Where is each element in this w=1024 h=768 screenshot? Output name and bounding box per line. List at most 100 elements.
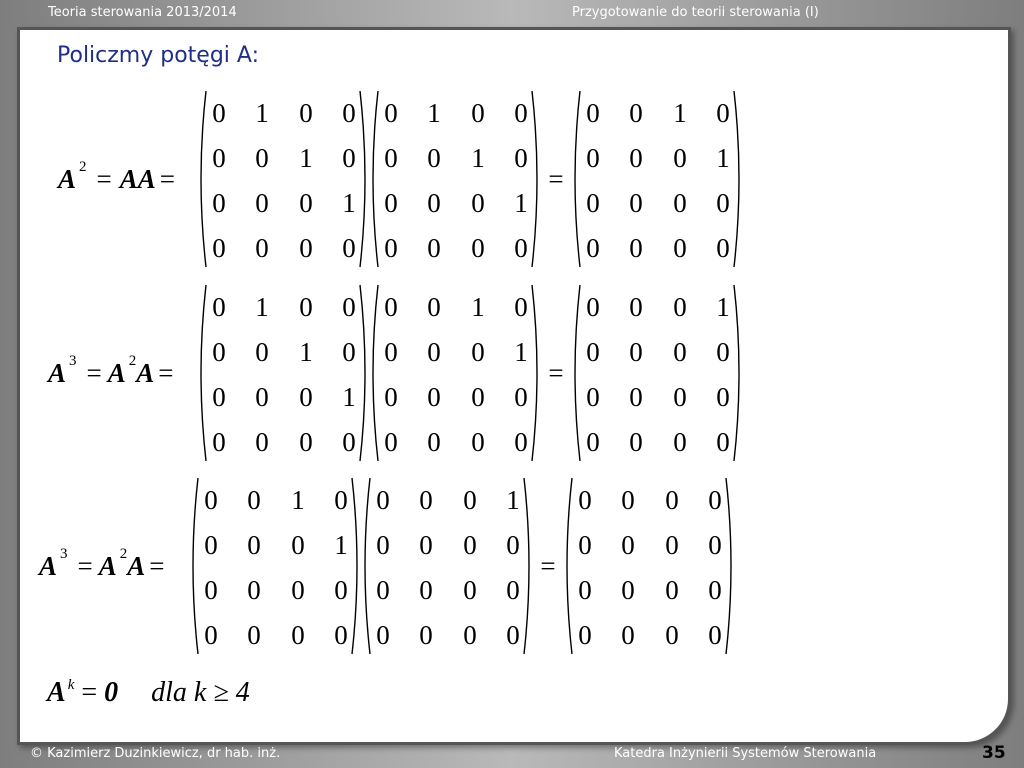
matrix-cell: 0 [471, 233, 485, 263]
equals-sign: = [159, 163, 176, 194]
matrix-cell: 1 [716, 292, 730, 322]
matrix-cell: 0 [255, 337, 269, 367]
matrix-cell: 0 [384, 98, 398, 128]
matrix-cell: 0 [342, 233, 356, 263]
matrix-cell: 0 [384, 337, 398, 367]
matrix-symbol: A [98, 550, 117, 581]
matrix-cell: 0 [427, 188, 441, 218]
matrix-cell: 0 [673, 188, 687, 218]
equation-a-cubed: A3 = A2 A = 0100001000010000 00100001000… [20, 283, 760, 463]
matrix-cell: 0 [673, 233, 687, 263]
matrix-cell: 0 [621, 485, 635, 515]
matrix-cell: 0 [665, 575, 679, 605]
matrix-cell: 0 [384, 143, 398, 173]
matrix-cell: 1 [291, 485, 305, 515]
matrix-cell: 0 [427, 292, 441, 322]
matrix-cell: 0 [334, 575, 348, 605]
equation-a-cubed-second: A3 = A2 A = 0010000100000000 00010000000… [20, 476, 760, 656]
matrix-cell: 0 [716, 98, 730, 128]
matrix-cell: 0 [629, 143, 643, 173]
equals-sign: = [96, 163, 112, 194]
matrix-cell: 0 [471, 98, 485, 128]
matrix-cell: 1 [334, 530, 348, 560]
matrix-cell: 0 [419, 620, 433, 650]
matrix-symbol: A [136, 357, 155, 388]
matrix-cell: 0 [212, 143, 226, 173]
matrix-cell: 0 [708, 485, 722, 515]
exponent: 2 [128, 352, 137, 369]
matrix-cell: 1 [255, 292, 269, 322]
matrix-cell: 0 [299, 292, 313, 322]
equals-sign: = [548, 163, 564, 194]
matrix-cell: 1 [427, 98, 441, 128]
matrix-cell: 0 [621, 575, 635, 605]
matrix-cell: 0 [716, 337, 730, 367]
matrix-cell: 0 [342, 143, 356, 173]
exponent: 3 [60, 545, 68, 562]
matrix-cell: 0 [716, 382, 730, 412]
matrix-cell: 0 [419, 575, 433, 605]
matrix-cell: 0 [247, 485, 261, 515]
exponent: 2 [79, 158, 87, 175]
matrix-cell: 0 [586, 382, 600, 412]
matrix-cell: 0 [255, 233, 269, 263]
matrix-cell: 0 [299, 98, 313, 128]
matrix-symbol: A [39, 550, 58, 581]
matrix-cell: 1 [514, 337, 528, 367]
matrix-right: 0100001000010000 [369, 89, 541, 269]
matrix-cell: 0 [708, 620, 722, 650]
equals-sign: = [86, 357, 102, 388]
matrix-cell: 0 [384, 292, 398, 322]
matrix-cell: 0 [427, 382, 441, 412]
matrix-left: 0100001000010000 [197, 89, 369, 269]
matrix-cell: 1 [471, 292, 485, 322]
matrix-cell: 0 [514, 292, 528, 322]
equation-lhs: A2 = AA = [58, 89, 175, 269]
matrix-cell: 0 [427, 143, 441, 173]
matrix-cell: 1 [506, 485, 520, 515]
equation-a-squared: A2 = AA = 0100001000010000 0100001000010… [20, 89, 760, 269]
matrix-cell: 0 [255, 143, 269, 173]
footer-bar: © Kazimierz Duzinkiewicz, dr hab. inż. K… [0, 742, 1024, 768]
matrix-cell: 0 [506, 575, 520, 605]
matrix-result: 0000000000000000 [563, 476, 735, 656]
matrix-cell: 0 [629, 188, 643, 218]
matrix-cell: 0 [629, 337, 643, 367]
matrix-cell: 0 [334, 485, 348, 515]
matrix-cell: 0 [427, 233, 441, 263]
matrix-cell: 0 [463, 485, 477, 515]
matrix-cell: 0 [247, 575, 261, 605]
matrix-cell: 0 [212, 427, 226, 457]
matrix-cell: 0 [673, 337, 687, 367]
matrix-cell: 0 [665, 485, 679, 515]
matrix-cell: 1 [514, 188, 528, 218]
matrix-cell: 0 [716, 188, 730, 218]
matrix-cell: 0 [427, 337, 441, 367]
zero-matrix-symbol: 0 [104, 677, 119, 708]
condition-text: dla k ≥ 4 [151, 677, 250, 708]
course-title: Teoria sterowania 2013/2014 [48, 5, 237, 20]
matrix-cell: 0 [212, 233, 226, 263]
equals-sign: = [548, 357, 564, 388]
matrix-cell: 0 [463, 530, 477, 560]
matrix-cell: 0 [586, 427, 600, 457]
matrix-cell: 0 [629, 292, 643, 322]
matrix-right: 0010000100000000 [369, 283, 541, 463]
matrix-cell: 0 [471, 382, 485, 412]
matrix-cell: 0 [514, 427, 528, 457]
matrix-cell: 0 [673, 143, 687, 173]
matrix-cell: 0 [299, 233, 313, 263]
matrix-cell: 0 [514, 143, 528, 173]
matrix-cell: 0 [578, 485, 592, 515]
matrix-cell: 0 [471, 188, 485, 218]
matrix-cell: 0 [514, 98, 528, 128]
matrix-cell: 0 [673, 292, 687, 322]
matrix-cell: 0 [621, 620, 635, 650]
matrix-cell: 0 [463, 620, 477, 650]
equation-lhs: A3 = A2 A = [48, 283, 174, 463]
matrix-cell: 0 [384, 233, 398, 263]
matrix-cell: 0 [342, 337, 356, 367]
matrix-cell: 0 [247, 530, 261, 560]
matrix-cell: 0 [578, 575, 592, 605]
nilpotency-conclusion: Ak = 0 dla k ≥ 4 [47, 677, 250, 709]
